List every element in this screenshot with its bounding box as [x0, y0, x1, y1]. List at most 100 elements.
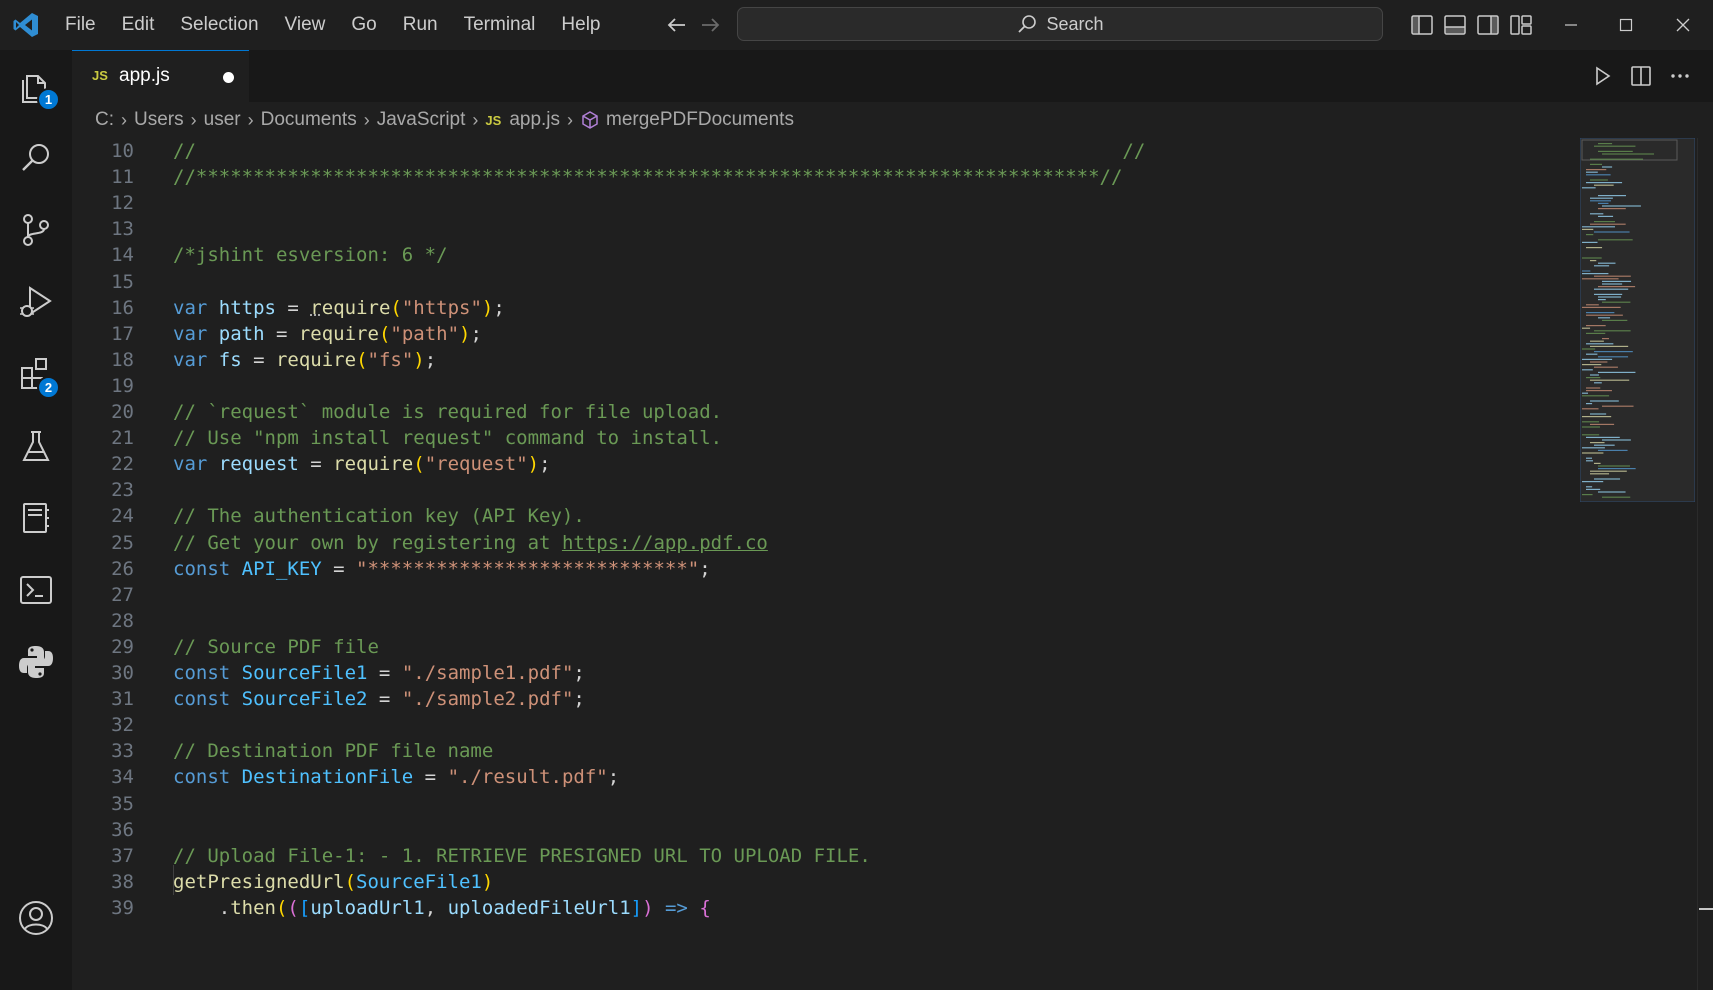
account-icon: [19, 901, 53, 935]
tab-app-js[interactable]: JS app.js: [72, 50, 249, 102]
menu-file[interactable]: File: [52, 0, 109, 50]
menu-view[interactable]: View: [272, 0, 339, 50]
code-line[interactable]: 17 var path = require("path");: [72, 320, 1572, 349]
code-line[interactable]: 27: [72, 581, 1572, 610]
code-line[interactable]: 31 const SourceFile2 = "./sample2.pdf";: [72, 685, 1572, 714]
code-line[interactable]: 34 const DestinationFile = "./result.pdf"…: [72, 763, 1572, 792]
code-line[interactable]: 26 const API_KEY = "*********************…: [72, 555, 1572, 584]
minimap-line: [1594, 462, 1601, 464]
minimap-line: [1598, 317, 1611, 319]
code-line[interactable]: 23: [72, 476, 1572, 505]
run-debug-button[interactable]: [14, 280, 58, 324]
minimap-line: [1582, 226, 1615, 228]
breadcrumb-users[interactable]: Users: [134, 109, 184, 131]
code-line[interactable]: 30 const SourceFile1 = "./sample1.pdf";: [72, 659, 1572, 688]
code-line[interactable]: 22 var request = require("request");: [72, 450, 1572, 479]
code-line[interactable]: 25 // Get your own by registering at http…: [72, 529, 1572, 558]
code-line[interactable]: 35: [72, 790, 1572, 819]
remote-explorer-button[interactable]: [14, 496, 58, 540]
unsaved-dot-icon[interactable]: [223, 72, 234, 83]
code-line[interactable]: 20 // `request` module is required for fi…: [72, 398, 1572, 427]
code-token: =: [241, 348, 276, 371]
command-center-search[interactable]: Search: [737, 7, 1383, 41]
code-line[interactable]: 32: [72, 711, 1572, 740]
split-editor-icon[interactable]: [1629, 64, 1653, 88]
minimap-line: [1594, 231, 1630, 233]
code-line[interactable]: 18 var fs = require("fs");: [72, 346, 1572, 375]
search-view-button[interactable]: [14, 136, 58, 180]
code-editor[interactable]: 10 // // 11 //*****************************…: [72, 138, 1713, 990]
code-line[interactable]: 19: [72, 372, 1572, 401]
code-line[interactable]: 13: [72, 215, 1572, 244]
code-line[interactable]: 14 /*jshint esversion: 6 */: [72, 241, 1572, 270]
code-line[interactable]: 28: [72, 607, 1572, 636]
maximize-icon[interactable]: [1611, 10, 1641, 40]
minimize-icon[interactable]: [1556, 10, 1586, 40]
close-icon[interactable]: [1668, 10, 1698, 40]
code-line[interactable]: 10 // //: [72, 138, 1572, 166]
line-source: const API_KEY = "***********************…: [173, 555, 711, 584]
menu-go[interactable]: Go: [338, 0, 389, 50]
menu-terminal[interactable]: Terminal: [451, 0, 549, 50]
line-number: 31: [111, 688, 134, 711]
code-token: ): [481, 296, 494, 319]
line-number: 25: [111, 531, 134, 554]
code-line[interactable]: 37 // Upload File-1: - 1. RETRIEVE PRESIG…: [72, 842, 1572, 871]
code-line[interactable]: 11 //************************************…: [72, 163, 1572, 192]
minimap-line: [1582, 273, 1609, 275]
menu-selection[interactable]: Selection: [167, 0, 271, 50]
code-token: ;: [424, 348, 437, 371]
code-token: // Upload File-1: - 1. RETRIEVE PRESIGNE…: [173, 844, 871, 867]
code-link[interactable]: https://app.pdf.co: [562, 532, 768, 554]
menu-run[interactable]: Run: [390, 0, 451, 50]
code-token: var: [173, 453, 219, 476]
line-number: 39: [111, 896, 134, 919]
code-line[interactable]: 38 getPresignedUrl(SourceFile1): [72, 868, 1572, 897]
code-line[interactable]: 24 // The authentication key (API Key).: [72, 502, 1572, 531]
breadcrumb-javascript[interactable]: JavaScript: [377, 109, 466, 131]
code-line[interactable]: 21 // Use "npm install request" command t…: [72, 424, 1572, 453]
breadcrumb-file[interactable]: JS app.js: [485, 109, 560, 131]
code-line[interactable]: 39 .then(([uploadUrl1, uploadedFileUrl1]…: [72, 894, 1572, 923]
minimap-line: [1602, 301, 1631, 303]
forward-arrow-icon[interactable]: [697, 12, 723, 38]
breadcrumb-user[interactable]: user: [204, 109, 241, 131]
code-token: ]: [630, 896, 643, 919]
explorer-button[interactable]: 1: [14, 64, 60, 111]
code-line[interactable]: 16 var https = require("https");: [72, 294, 1572, 323]
code-line[interactable]: 12: [72, 189, 1572, 218]
terminal-icon: [20, 576, 52, 604]
minimap-line: [1586, 169, 1607, 171]
breadcrumb-documents[interactable]: Documents: [261, 109, 357, 131]
more-actions-icon[interactable]: [1668, 64, 1692, 88]
code-line[interactable]: 29 // Source PDF file: [72, 633, 1572, 662]
back-arrow-icon[interactable]: [664, 12, 690, 38]
vertical-scrollbar[interactable]: [1697, 138, 1713, 990]
menu-help[interactable]: Help: [548, 0, 613, 50]
minimap-line: [1598, 468, 1636, 470]
minimap-line: [1586, 460, 1593, 462]
python-button[interactable]: [14, 640, 58, 684]
toggle-primary-sidebar-icon[interactable]: [1410, 13, 1434, 37]
breadcrumb-symbol[interactable]: mergePDFDocuments: [580, 109, 794, 131]
run-file-icon[interactable]: [1590, 64, 1614, 88]
minimap-line: [1586, 377, 1601, 379]
menu-edit[interactable]: Edit: [109, 0, 168, 50]
toggle-secondary-sidebar-icon[interactable]: [1476, 13, 1500, 37]
minimap[interactable]: [1580, 138, 1695, 502]
accounts-button[interactable]: [14, 896, 58, 940]
toggle-panel-icon[interactable]: [1443, 13, 1467, 37]
minimap-line: [1590, 223, 1626, 225]
minimap-line: [1582, 392, 1589, 394]
extensions-button[interactable]: 2: [14, 352, 60, 399]
testing-button[interactable]: [14, 424, 58, 468]
python-icon: [19, 646, 53, 678]
customize-layout-icon[interactable]: [1509, 13, 1533, 37]
source-control-button[interactable]: [14, 208, 58, 252]
code-line[interactable]: 33 // Destination PDF file name: [72, 737, 1572, 766]
code-line[interactable]: 36: [72, 816, 1572, 845]
breadcrumb-drive[interactable]: C:: [95, 109, 114, 131]
code-line[interactable]: 15: [72, 268, 1572, 297]
terminal-button[interactable]: [14, 568, 58, 612]
minimap-line: [1582, 270, 1591, 272]
